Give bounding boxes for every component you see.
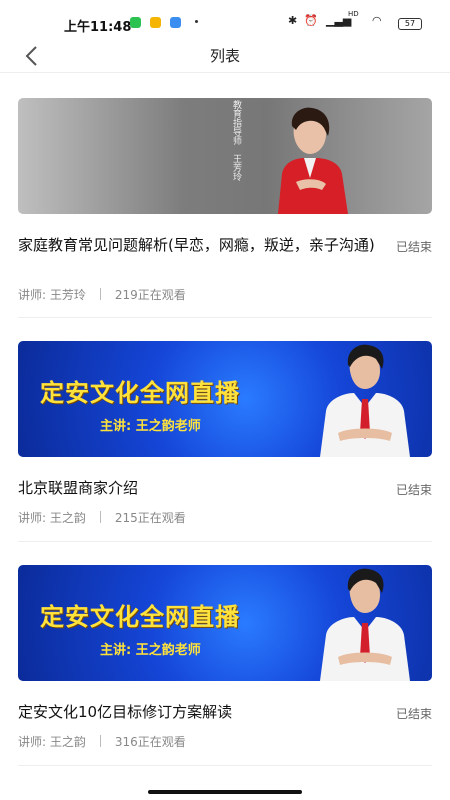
meta-divider [99,735,101,747]
course-thumbnail: 定安文化全网直播 主讲: 王之韵老师 [18,341,432,457]
meta-divider [99,288,101,300]
status-badge: 已结束 [395,707,432,721]
banner-headline: 定安文化全网直播 [40,379,240,407]
course-thumbnail: 教育指导师 王芳玲 [18,98,432,214]
course-thumbnail: 定安文化全网直播 主讲: 王之韵老师 [18,565,432,681]
lecturer-name: 讲师: 王之韵 [18,735,86,749]
lecturer-photo [320,568,410,681]
message-icon [150,17,161,28]
nav-bar: 列表 [0,40,450,73]
course-meta: 讲师: 王芳玲 219正在观看 [18,286,186,303]
poster-caption: 教育指导师 [231,100,241,145]
page-title: 列表 [209,47,240,65]
battery-icon: 57 [398,18,422,30]
status-time: 上午11:48 [64,20,132,35]
course-title[interactable]: 定安文化10亿目标修订方案解读 [18,701,378,723]
status-badge: 已结束 [395,240,432,254]
viewer-count: 215正在观看 [114,511,186,525]
lecturer-name: 讲师: 王之韵 [18,511,86,525]
app-notification-icon [170,17,181,28]
item-divider [18,541,432,542]
status-badge: 已结束 [395,483,432,497]
item-divider [18,765,432,766]
lecturer-name: 讲师: 王芳玲 [18,288,86,302]
poster-name: 王芳玲 [231,154,241,181]
alarm-icon: ⏰ [304,14,318,27]
banner-headline: 定安文化全网直播 [40,603,240,631]
bluetooth-icon: ✱ [288,14,298,27]
home-indicator[interactable] [148,790,302,794]
meta-divider [99,511,101,523]
item-divider [18,317,432,318]
viewer-count: 316正在观看 [114,735,186,749]
wechat-icon [130,17,141,28]
status-bar: 上午11:48 ✱ ⏰ ▁▃▅ HD ◠ 57 [0,0,450,40]
wifi-icon: ◠ [372,14,382,27]
lecturer-photo [278,107,348,214]
course-title[interactable]: 家庭教育常见问题解析(早恋，网瘾，叛逆，亲子沟通) [18,234,378,256]
hd-label: HD [348,10,359,18]
lecturer-photo [320,344,410,457]
course-title[interactable]: 北京联盟商家介绍 [18,477,378,499]
course-meta: 讲师: 王之韵 215正在观看 [18,509,186,526]
course-meta: 讲师: 王之韵 316正在观看 [18,733,186,750]
banner-subline: 主讲: 王之韵老师 [100,643,201,658]
more-notifications-dot [195,20,198,23]
viewer-count: 219正在观看 [114,288,186,302]
banner-subline: 主讲: 王之韵老师 [100,419,201,434]
